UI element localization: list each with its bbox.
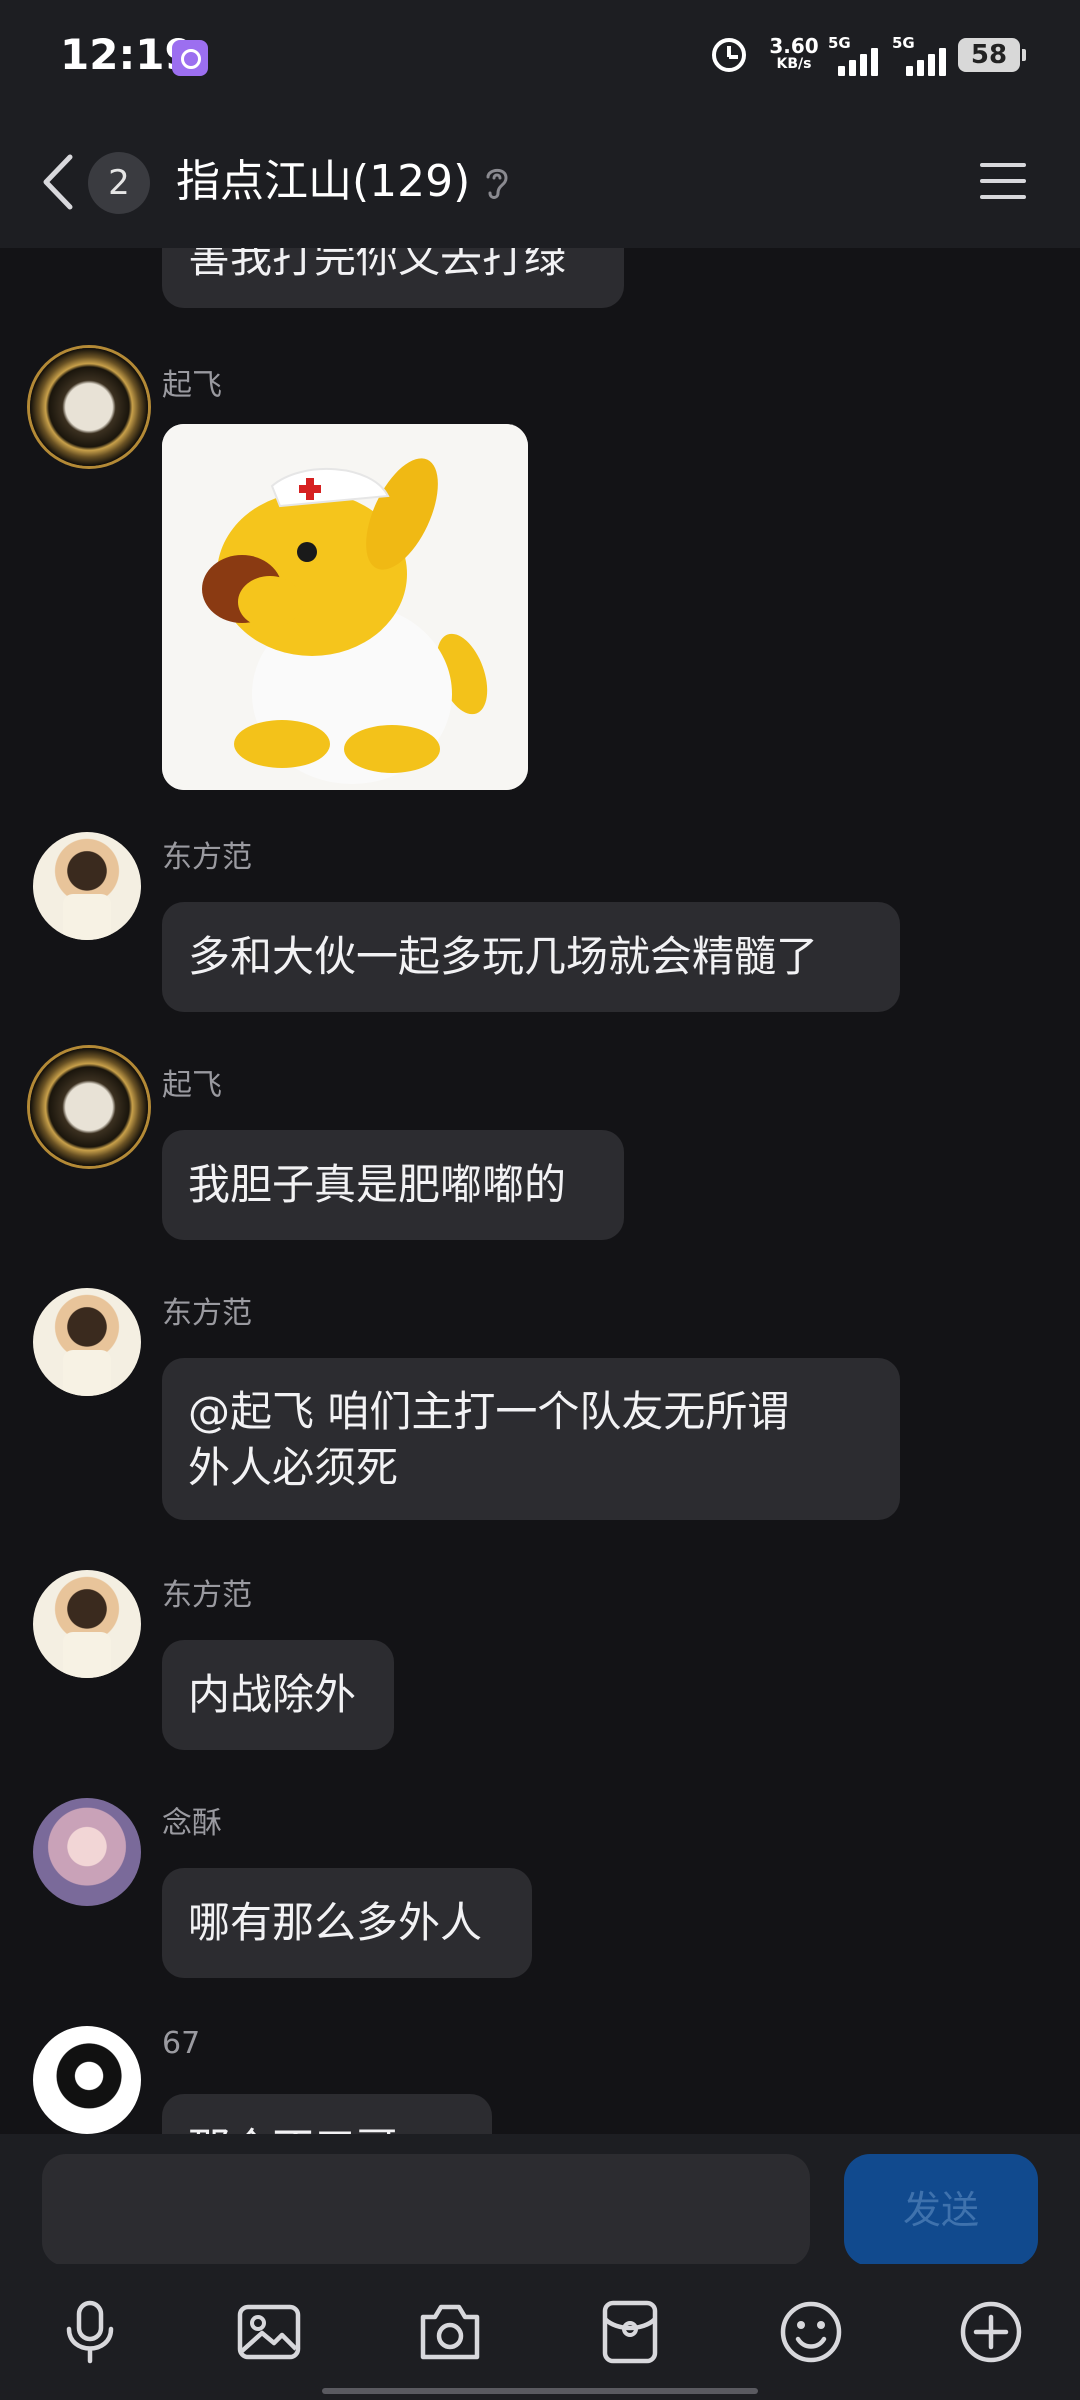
sender-name: 起飞 [162, 368, 222, 403]
input-toolbar [0, 2264, 1080, 2400]
message-text: 我胆子真是肥嘟嘟的 [188, 1160, 567, 1209]
chat-header: 2 指点江山(129) [0, 115, 1080, 248]
message-list[interactable]: 害我打完你又去打绿 起飞 东方范 多和大伙一起多玩几场就会精髓了 起飞 我胆子真… [0, 248, 1080, 2134]
message-text: 那个不三哥 [188, 2124, 398, 2134]
avatar[interactable] [30, 1048, 148, 1166]
earpiece-mode-icon[interactable] [482, 163, 512, 203]
sticker-image[interactable] [162, 424, 528, 790]
sender-name: 东方范 [162, 1296, 252, 1331]
app-notification-icon [172, 40, 208, 76]
unread-count-badge[interactable]: 2 [88, 152, 150, 214]
message-text: @起飞 咱们主打一个队友无所谓 [188, 1387, 790, 1436]
message-bubble[interactable]: 那个不三哥 [162, 2094, 492, 2134]
plus-icon[interactable] [958, 2299, 1024, 2365]
message-text: 内战除外 [188, 1670, 357, 1719]
back-arrow-icon[interactable] [38, 153, 78, 211]
message-bubble[interactable]: 多和大伙一起多玩几场就会精髓了 [162, 902, 900, 1012]
network-speed-unit: KB/s [776, 56, 812, 72]
sender-name: 念酥 [162, 1806, 222, 1841]
message-text: 外人必须死 [188, 1443, 399, 1492]
chat-title[interactable]: 指点江山(129) [176, 151, 470, 213]
message-text: 哪有那么多外人 [188, 1898, 483, 1947]
sim2-label: 5G [892, 34, 915, 52]
composer: 发送 [0, 2134, 1080, 2266]
message-text: 多和大伙一起多玩几场就会精髓了 [188, 932, 819, 981]
sender-name: 起飞 [162, 1068, 222, 1103]
network-speed: 3.60 KB/s [764, 36, 824, 72]
network-speed-value: 3.60 [769, 34, 819, 58]
battery-icon: 58 [958, 38, 1026, 72]
home-indicator[interactable] [322, 2388, 758, 2394]
avatar[interactable] [33, 1288, 141, 1396]
alarm-icon [712, 38, 746, 72]
message-text: 害我打完你又去打绿 [188, 248, 567, 282]
avatar[interactable] [33, 832, 141, 940]
send-button[interactable]: 发送 [844, 2154, 1038, 2266]
emoji-icon[interactable] [778, 2299, 844, 2365]
sender-name: 东方范 [162, 840, 252, 875]
image-icon[interactable] [236, 2299, 302, 2365]
microphone-icon[interactable] [57, 2299, 123, 2365]
avatar[interactable] [33, 1570, 141, 1678]
message-bubble[interactable]: 哪有那么多外人 [162, 1868, 532, 1978]
message-bubble[interactable]: 害我打完你又去打绿 [162, 248, 624, 308]
avatar[interactable] [33, 2026, 141, 2134]
camera-icon[interactable] [417, 2299, 483, 2365]
status-bar: 12:19 3.60 KB/s 5G 5G 58 [0, 0, 1080, 115]
avatar[interactable] [30, 348, 148, 466]
signal-icon-2: 5G [892, 34, 962, 76]
signal-icon: 5G [828, 34, 898, 76]
menu-icon[interactable] [978, 159, 1028, 203]
message-bubble[interactable]: @起飞 咱们主打一个队友无所谓 外人必须死 [162, 1358, 900, 1520]
message-bubble[interactable]: 内战除外 [162, 1640, 394, 1750]
message-input[interactable] [42, 2154, 810, 2266]
sim1-label: 5G [828, 34, 851, 52]
red-packet-icon[interactable] [597, 2299, 663, 2365]
avatar[interactable] [33, 1798, 141, 1906]
sender-name: 东方范 [162, 1578, 252, 1613]
yellow-dog-nurse-sticker [162, 424, 528, 790]
sender-name: 67 [162, 2026, 201, 2061]
message-bubble[interactable]: 我胆子真是肥嘟嘟的 [162, 1130, 624, 1240]
